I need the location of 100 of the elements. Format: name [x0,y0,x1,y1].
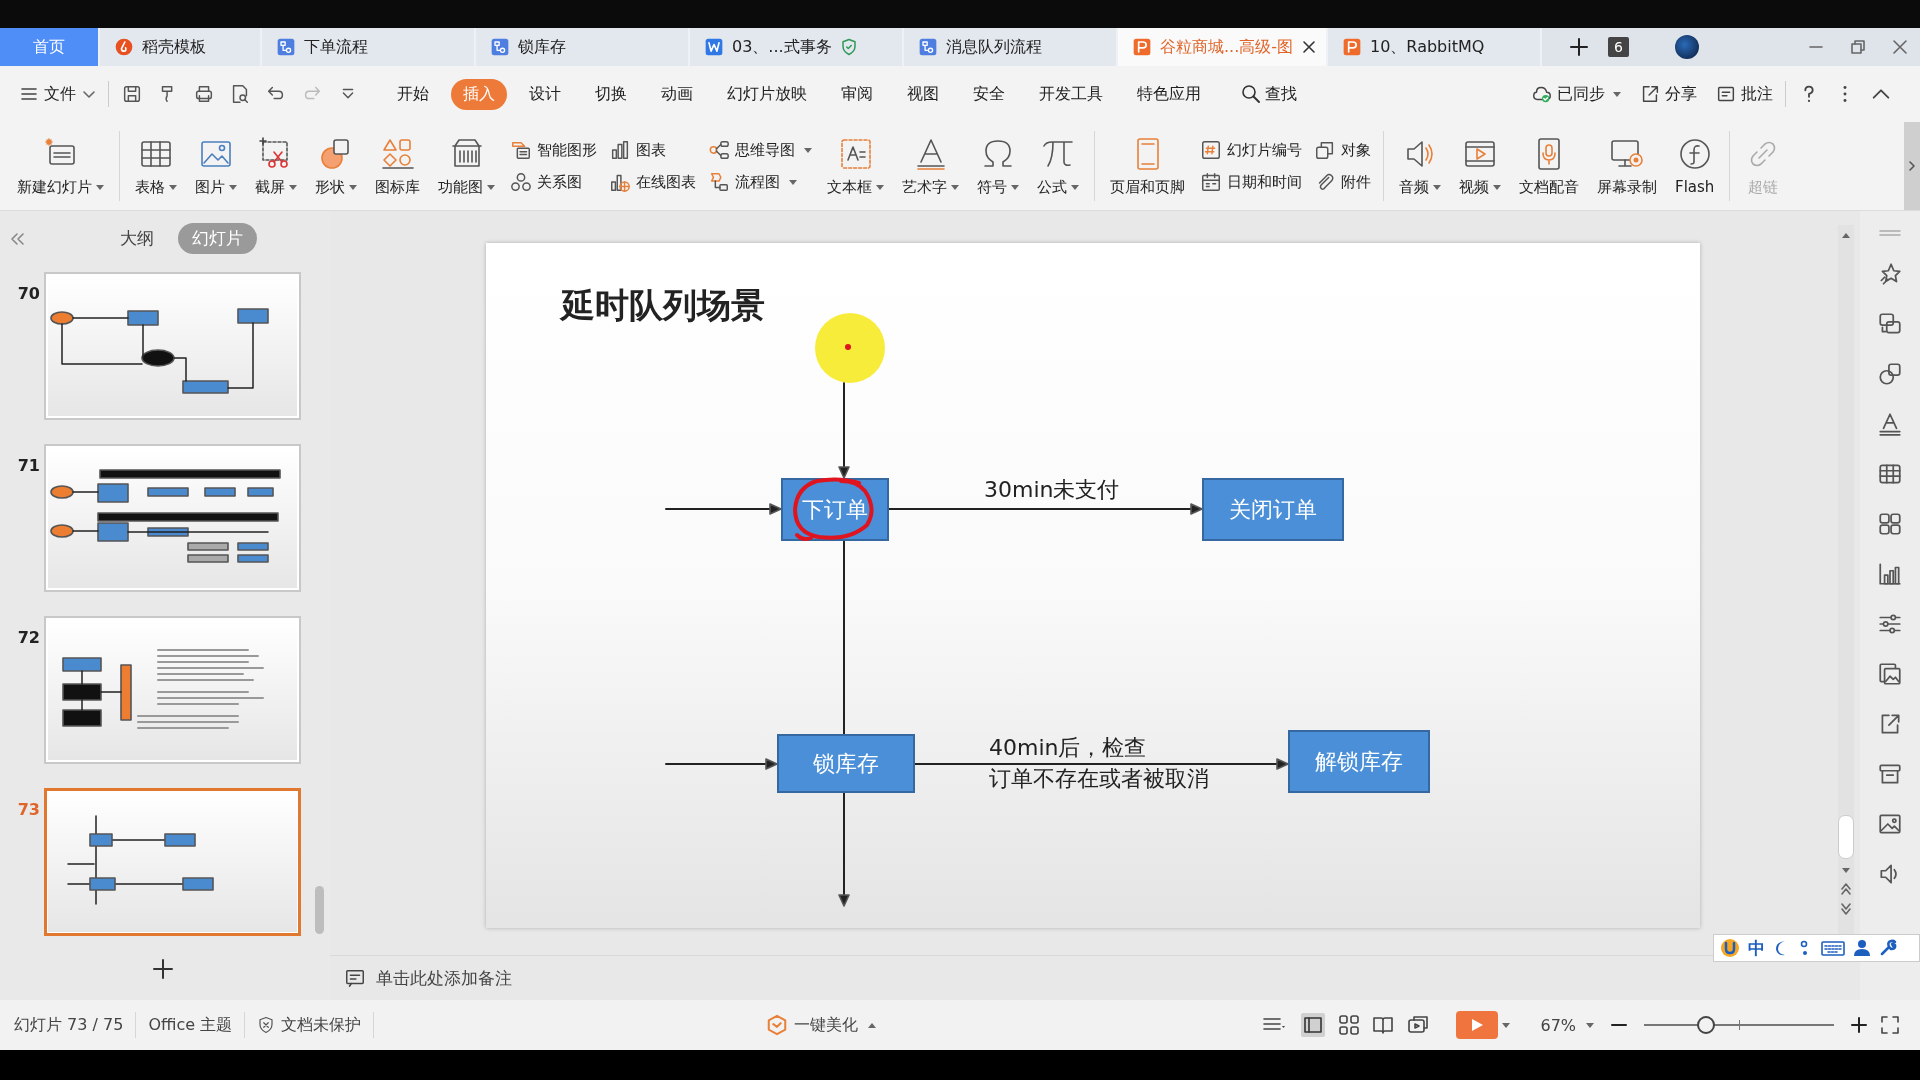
document-tab[interactable]: 03、...式事务 [690,28,904,66]
ribbon-button[interactable]: 形状 [306,131,366,201]
menu-tab[interactable]: 审阅 [829,78,885,110]
reading-view-icon[interactable] [1372,1014,1395,1036]
ime-mode-label[interactable]: 中 [1748,936,1765,960]
toolbar-button[interactable]: 分享 [1639,83,1697,105]
document-tab[interactable]: 锁库存 [476,28,690,66]
input-method-toolbar[interactable]: 中 [1713,934,1920,962]
slider-thumb[interactable] [1696,1016,1715,1034]
ribbon-button[interactable]: 表格 [126,131,186,201]
save-icon[interactable] [121,83,143,105]
flowchart-icon [276,37,296,57]
ribbon-button[interactable]: 图标库 [366,131,429,201]
ribbon-button[interactable]: 在线图表 [609,171,696,193]
table-icon[interactable] [1877,461,1903,487]
calendar-icon [1200,171,1222,193]
toolbar-button[interactable]: 批注 [1715,83,1773,105]
menu-tab[interactable]: 设计 [517,78,573,110]
print-icon[interactable] [193,83,215,105]
document-tab[interactable]: 消息队列流程 [904,28,1118,66]
scroll-up-icon[interactable] [1841,231,1851,239]
scrollbar-thumb[interactable] [1838,815,1854,859]
pictures-icon[interactable] [1877,661,1903,687]
fit-window-icon[interactable] [1880,1015,1900,1035]
previous-slide-icon[interactable] [1841,883,1851,895]
add-slide-button[interactable] [152,958,174,980]
smart-graphic-icon [510,139,532,161]
beautify-button[interactable]: 一键美化 [766,1014,877,1036]
zoom-in-icon[interactable] [1850,1016,1868,1034]
avatar[interactable] [1674,35,1699,59]
archive-icon[interactable] [1877,761,1903,787]
ribbon-button[interactable]: 日期和时间 [1200,171,1302,193]
ribbon-button[interactable]: 新建幻灯片 [8,131,113,201]
view-toggle[interactable]: 大纲 [106,223,168,254]
normal-view-icon[interactable] [1300,1012,1327,1038]
window-count-badge[interactable]: 6 [1608,37,1629,57]
arrow-label: 40min后，检查 [989,736,1147,760]
scrollbar-thumb[interactable] [315,886,324,934]
document-tab[interactable]: 10、RabbitMQ [1328,28,1542,66]
layers-swap-icon[interactable] [1877,311,1903,337]
ribbon-button[interactable]: 屏幕录制 [1588,131,1666,201]
grid-icon[interactable] [1877,511,1903,537]
restore-icon[interactable] [1850,39,1866,55]
document-tab[interactable]: 下单流程 [262,28,476,66]
menu-tab[interactable]: 开发工具 [1027,78,1115,110]
drag-handle-icon[interactable] [1878,229,1902,237]
ribbon-button[interactable]: 文本框 [818,131,893,201]
search-button[interactable]: 查找 [1241,83,1297,105]
file-menu[interactable]: 文件 [20,83,96,105]
ribbon-button[interactable]: 公式 [1028,131,1088,201]
ribbon-button[interactable]: 符号 [968,131,1028,201]
sparkle-star-icon[interactable] [1877,261,1903,287]
keyboard-icon[interactable] [1821,939,1845,957]
menu-tab[interactable]: 视图 [895,78,951,110]
new-tab-icon[interactable] [1568,36,1590,58]
ribbon-button[interactable]: 艺术字 [893,131,968,201]
menu-tab[interactable]: 切换 [583,78,639,110]
wrench-icon[interactable] [1879,939,1897,957]
close-icon[interactable] [1301,39,1318,55]
ribbon-button[interactable]: 音频 [1390,131,1450,201]
ribbon-button[interactable]: 视频 [1450,131,1510,201]
ribbon-button[interactable]: 智能图形 [510,139,597,161]
theme-button[interactable]: Office 主题 [148,1014,233,1036]
ribbon-button[interactable]: 功能图 [429,131,504,201]
slideshow-button[interactable] [1456,1011,1499,1039]
shapes-icon[interactable] [1877,361,1903,387]
ribbon-button[interactable]: Flash [1666,132,1724,200]
zoom-dropdown[interactable]: 67% [1540,1015,1594,1035]
document-tab[interactable]: 稻壳模板 [100,28,262,66]
menu-tab[interactable]: 安全 [961,78,1017,110]
ribbon-button[interactable]: 图表 [609,139,696,161]
next-slide-icon[interactable] [1841,903,1851,915]
ribbon-button[interactable]: 附件 [1314,171,1371,193]
picture-icon[interactable] [1877,811,1903,837]
tab-label: 10、RabbitMQ [1370,36,1485,58]
slide-sorter-icon[interactable] [1338,1014,1361,1036]
notes-placeholder[interactable]: 单击此处添加备注 [376,966,512,990]
ribbon-button[interactable]: 关系图 [510,171,597,193]
scroll-down-icon[interactable] [1841,867,1851,875]
flowchart-icon [490,37,510,57]
presenter-view-icon[interactable] [1406,1014,1431,1036]
menu-tab[interactable]: 幻灯片放映 [715,78,819,110]
menu-tab[interactable]: 动画 [649,78,705,110]
toolbar-button[interactable]: 已同步 [1531,83,1621,105]
ribbon-button[interactable]: 截屏 [246,131,306,201]
menu-tab[interactable]: 开始 [385,78,441,110]
ribbon-button[interactable]: 对象 [1314,139,1371,161]
ribbon-button[interactable]: 文档配音 [1510,131,1588,201]
user-icon[interactable] [1853,939,1871,957]
art-text-icon[interactable] [1877,411,1903,437]
mind-map-icon [708,139,730,161]
ribbon-button[interactable]: 幻灯片编号 [1200,139,1302,161]
bar-chart-icon[interactable] [1877,561,1903,587]
slide-number: 71 [16,455,41,475]
ribbon-button[interactable]: 流程图 [708,171,812,193]
protection-button[interactable]: 文档未保护 [257,1014,362,1036]
menu-tab[interactable]: 特色应用 [1125,78,1213,110]
ribbon-button[interactable]: 图片 [186,131,246,201]
ribbon-button[interactable]: 页眉和页脚 [1101,131,1194,201]
ribbon-button[interactable]: 思维导图 [708,139,812,161]
